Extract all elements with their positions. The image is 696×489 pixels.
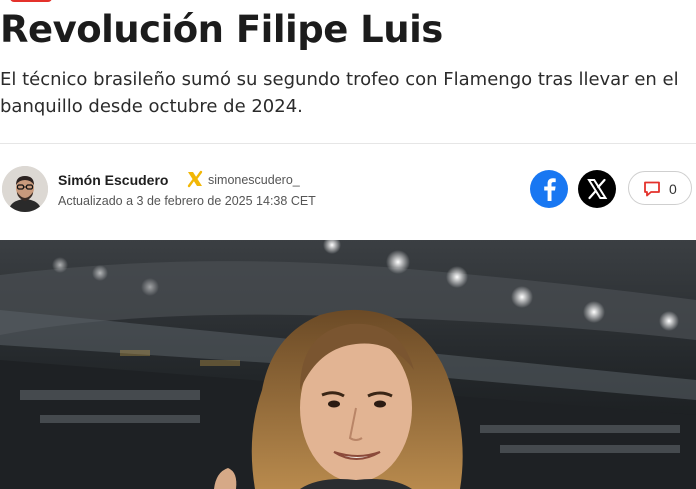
- comments-button[interactable]: 0: [628, 171, 692, 205]
- updated-timestamp: Actualizado a 3 de febrero de 2025 14:38…: [58, 194, 316, 208]
- author-name[interactable]: Simón Escudero: [58, 172, 168, 188]
- stadium-photo: [0, 240, 696, 489]
- brand-accent-bar: [10, 0, 52, 2]
- divider: [0, 143, 696, 144]
- author-byline: Simón Escudero simonescudero_ Actualizad…: [0, 160, 696, 220]
- article-hero-image[interactable]: [0, 240, 696, 489]
- share-x-button[interactable]: [578, 170, 616, 208]
- share-facebook-button[interactable]: [530, 170, 568, 208]
- x-icon[interactable]: [186, 170, 204, 188]
- comment-icon: [644, 181, 660, 197]
- article-headline: Revolución Filipe Luis: [0, 8, 443, 51]
- facebook-icon: [544, 178, 556, 201]
- author-avatar[interactable]: [2, 166, 48, 212]
- comment-count: 0: [669, 181, 677, 197]
- x-icon: [587, 178, 608, 200]
- author-handle[interactable]: simonescudero_: [208, 173, 300, 187]
- author-photo: [2, 166, 48, 212]
- article-subtitle: El técnico brasileño sumó su segundo tro…: [0, 69, 679, 117]
